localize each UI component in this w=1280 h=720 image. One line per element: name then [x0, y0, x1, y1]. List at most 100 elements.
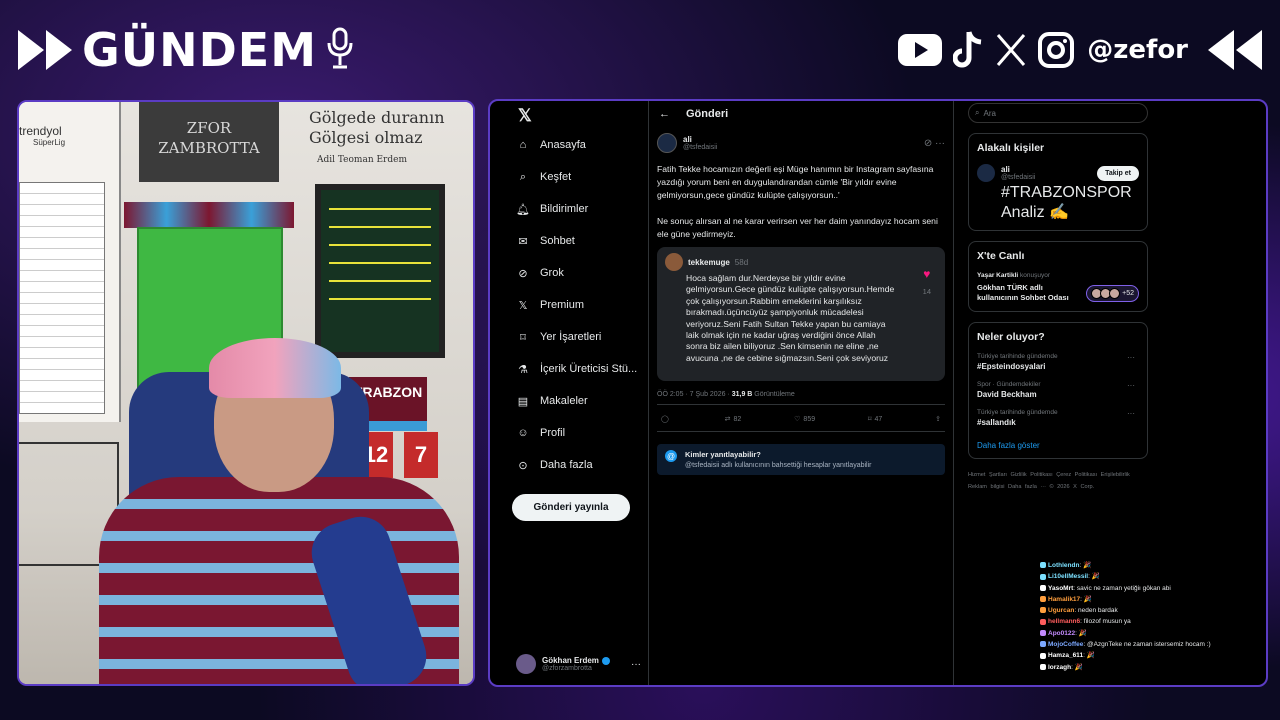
- chat-username: Li10ellMessil: [1048, 573, 1089, 581]
- webcam-panel: trendyol SüperLig ZFOR ZAMBROTTA Gölgede …: [17, 100, 475, 686]
- more-dots-icon[interactable]: ···: [1127, 381, 1135, 390]
- share-icon[interactable]: ⇪: [935, 415, 941, 423]
- wall-sign-zambrotta: ZFOR ZAMBROTTA: [139, 102, 279, 182]
- sidebar-item-mail[interactable]: ✉ Sohbet: [516, 229, 574, 253]
- sidebar-item-label: Bildirimler: [540, 203, 589, 215]
- verified-badge-icon: [601, 656, 610, 665]
- sidebar-item-x[interactable]: 𝕏 Premium: [516, 293, 584, 317]
- reply-restriction-box: @ Kimler yanıtlayabilir? @tsfedaisii adl…: [657, 444, 945, 475]
- sidebar-item-article[interactable]: ▤ Makaleler: [516, 389, 588, 413]
- quote-like[interactable]: ♥ 14: [923, 267, 931, 296]
- sidebar-item-grok[interactable]: ⊘ Grok: [516, 261, 564, 285]
- follow-button[interactable]: Takip et: [1097, 165, 1139, 181]
- sidebar-item-user[interactable]: ☺ Profil: [516, 421, 565, 445]
- trend-name: #Epsteindosyalari: [977, 362, 1046, 371]
- reply-restriction-subtitle: @tsfedaisii adlı kullanıcının bahsettiği…: [685, 462, 872, 469]
- post-button[interactable]: Gönderi yayınla: [512, 494, 630, 521]
- sidebar-item-bell[interactable]: 🔔︎ Bildirimler: [516, 197, 588, 221]
- related-people-card: Alakalı kişiler ali @tsfedaisii Takip et…: [968, 133, 1148, 231]
- trend-item[interactable]: Türkiye tarihinde gündemde #Epsteindosyal…: [977, 353, 1139, 371]
- x-logo-icon[interactable]: 𝕏: [518, 106, 532, 126]
- search-input[interactable]: ⌕ Ara: [968, 103, 1148, 123]
- bookmark-icon: ⌑: [867, 416, 872, 423]
- more-dots-icon[interactable]: ···: [1127, 409, 1135, 418]
- sidebar-item-label: İçerik Üreticisi Stü...: [540, 363, 638, 375]
- league-logo-text: trendyol: [19, 124, 62, 138]
- reply-button[interactable]: ◯: [661, 415, 672, 423]
- repost-button[interactable]: ⇄ 82: [724, 415, 742, 424]
- chat-badge-icon: [1040, 584, 1046, 591]
- tweet-actions: ◯ ⇄ 82 ♡ 859 ⌑ 47 ⇪: [657, 405, 945, 432]
- chat-text: : 🎉: [1083, 652, 1095, 660]
- heart-icon: ♥: [923, 267, 931, 281]
- sidebar-item-label: Grok: [540, 267, 564, 279]
- chat-badge-icon: [1040, 641, 1046, 648]
- chevron-right-icon: [18, 30, 72, 70]
- back-arrow-icon[interactable]: ←: [659, 108, 670, 120]
- chat-text: : 🎉: [1071, 663, 1083, 671]
- wall-quote-text: Gölgede duranın Gölgesi olmaz: [309, 108, 445, 147]
- sidebar-item-search[interactable]: ⌕ Keşfet: [516, 165, 571, 189]
- account-switcher[interactable]: Gökhan Erdem @zforzambrotta ···: [516, 651, 641, 677]
- card-title: Alakalı kişiler: [977, 142, 1045, 154]
- trend-item[interactable]: Spor · Gündemdekiler David Beckham ···: [977, 381, 1139, 399]
- repost-icon: ⇄: [724, 416, 731, 423]
- league-logo: trendyol SüperLig: [19, 102, 119, 147]
- tweet-handle[interactable]: @tsfedaisii: [683, 144, 717, 151]
- chat-message: Ugurcan: neden bardak: [1040, 605, 1270, 616]
- sidebar-item-label: Premium: [540, 299, 585, 311]
- heart-outline-icon: ♡: [794, 416, 801, 423]
- footer-links[interactable]: Hizmet Şartları Gizlilik Politikası Çere…: [968, 469, 1148, 493]
- like-button[interactable]: ♡ 859: [794, 415, 815, 424]
- chat-badge-icon: [1040, 652, 1046, 659]
- more-dots-icon[interactable]: ···: [631, 659, 641, 670]
- sidebar-item-flask[interactable]: ⚗ İçerik Üreticisi Stü...: [516, 357, 637, 381]
- more-dots-icon[interactable]: ···: [1127, 353, 1135, 362]
- chat-text: : 🎉: [1079, 562, 1092, 569]
- search-icon: ⌕: [519, 170, 527, 183]
- tweet-views: 31,9 B: [731, 391, 753, 398]
- bookmark-button[interactable]: ⌑ 47: [867, 415, 882, 424]
- reply-icon: ◯: [661, 416, 669, 423]
- chat-badge-icon: [1040, 663, 1046, 670]
- tweet-author[interactable]: ali: [683, 135, 717, 144]
- show-more-link[interactable]: Daha fazla göster: [977, 441, 1139, 450]
- trend-item[interactable]: Türkiye tarihinde gündemde #sallandık ···: [977, 409, 1139, 427]
- sidebar-item-bookmark[interactable]: ⌑ Yer İşaretleri: [516, 325, 601, 349]
- account-handle: @zforzambrotta: [542, 665, 592, 672]
- card-title: Neler oluyor?: [977, 331, 1045, 343]
- tweet-timestamp: ÖÖ 2:05 · 7 Şub 2026 ·: [657, 391, 732, 398]
- chat-message: YasoMrt: savic ne zaman yetiğiı gökan ab…: [1040, 583, 1270, 594]
- grok-icon[interactable]: ⊘ ···: [924, 138, 945, 149]
- bell-icon: 🔔︎: [516, 203, 530, 216]
- sidebar-item-more-circle[interactable]: ⊙ Daha fazla: [516, 453, 592, 477]
- related-name[interactable]: ali: [1001, 165, 1035, 174]
- live-host-name: Yaşar Kartikli: [977, 272, 1019, 279]
- chat-username: Apo0122: [1048, 629, 1076, 637]
- live-card[interactable]: X'te Canlı Yaşar Kartikli konuşuyor Gökh…: [968, 241, 1148, 312]
- article-icon: ▤: [517, 395, 529, 408]
- social-bar: @zefor: [897, 22, 1262, 78]
- sidebar-item-home[interactable]: ⌂ Anasayfa: [516, 133, 586, 157]
- chat-badge-icon: [1040, 562, 1046, 569]
- sidebar-item-label: Keşfet: [540, 171, 572, 183]
- tweet-text: Fatih Tekke hocamızın değerli eşi Müge h…: [657, 164, 938, 239]
- stream-chat: Lothlendn: 🎉 Li10ellMessil: 🎉 YasoMrt: sav…: [1040, 557, 1270, 673]
- chat-message: MojoCoffee: @AzgnTeke ne zaman istersemi…: [1040, 639, 1270, 650]
- repost-count: 82: [733, 415, 742, 423]
- avatar[interactable]: [657, 133, 677, 153]
- chat-username: hellmann6: [1048, 618, 1081, 626]
- sidebar-item-label: Anasayfa: [540, 139, 586, 151]
- listener-badge: +52: [1086, 284, 1139, 302]
- quote-text: Hoca sağlam dur.Nerdeyse bir yıldır evin…: [686, 273, 895, 363]
- live-space-title: Gökhan TÜRK adlı kullanıcının Sohbet Oda…: [977, 283, 1069, 302]
- chat-badge-icon: [1040, 618, 1046, 625]
- trend-context: Türkiye tarihinde gündemde: [977, 409, 1058, 416]
- streamer: [59, 338, 459, 684]
- sidebar-item-label: Makaleler: [540, 395, 588, 407]
- microphone-icon: [325, 25, 355, 76]
- quoted-post[interactable]: tekkemuge 58d Hoca sağlam dur.Nerdeyse b…: [657, 247, 945, 381]
- listener-count: +52: [1122, 289, 1134, 297]
- team-scarf: [124, 202, 294, 228]
- avatar[interactable]: [977, 164, 995, 182]
